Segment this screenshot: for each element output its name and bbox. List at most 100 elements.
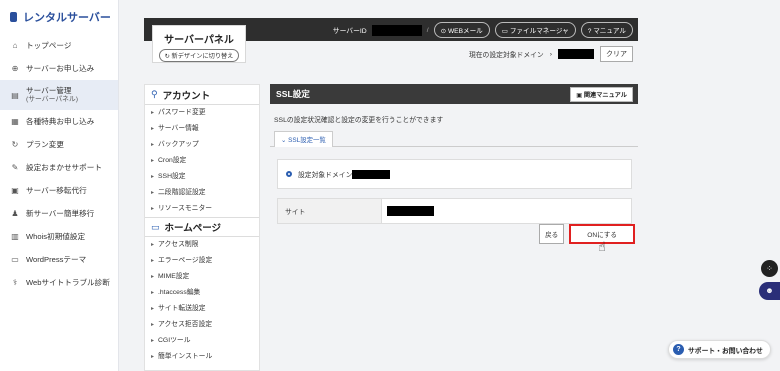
nav-item-10[interactable]: ⚕ Webサイトトラブル診断 (0, 271, 118, 294)
manual-link-button[interactable]: ? マニュアル (580, 22, 633, 38)
nav-item-0[interactable]: ⌂ トップページ (0, 34, 118, 57)
webmail-label: WEBメール (447, 28, 483, 35)
account-section-title: アカウント (162, 90, 211, 102)
nav-item-9[interactable]: ▭ WordPressテーマ (0, 248, 118, 271)
grid-widget-button[interactable]: ⁘ (761, 260, 778, 277)
account-menu-item-label: リソースモニター (158, 205, 213, 212)
site-label: サイト (278, 199, 382, 223)
transfer-icon: ▣ (11, 186, 19, 195)
homepage-section-header: ▭ ホームページ (145, 217, 259, 237)
account-menu-item[interactable]: ▸ 二段階認証設定 (145, 185, 259, 201)
divider: / (426, 26, 429, 34)
homepage-menu-item[interactable]: ▸ アクセス制限 (145, 237, 259, 253)
brand-logo[interactable]: レンタルサーバー (0, 0, 118, 34)
nav-item-5[interactable]: ✎ 設定おまかせサポート (0, 156, 118, 179)
chevron-right-icon: ▸ (151, 110, 155, 116)
user-move-icon: ♟ (11, 209, 19, 218)
user-icon: ⚲ (151, 89, 158, 99)
homepage-menu-item-label: アクセス拒否設定 (158, 321, 213, 328)
gift-icon: ▦ (11, 117, 19, 126)
site-value-redacted (387, 206, 434, 216)
chevron-right-icon: ▸ (151, 322, 155, 328)
account-menu-item[interactable]: ▸ パスワード変更 (145, 105, 259, 121)
nav-item-7[interactable]: ♟ 新サーバー簡単移行 (0, 202, 118, 225)
nav-item-2[interactable]: ▤ サーバー管理 (サーバーパネル) (0, 80, 118, 110)
homepage-menu-item-label: エラーページ設定 (158, 257, 213, 264)
wrench-icon: ✎ (11, 163, 19, 172)
current-domain-label: 現在の設定対象ドメイン (468, 52, 544, 59)
clear-button[interactable]: クリア (600, 46, 633, 62)
current-domain-bar: 現在の設定対象ドメイン › クリア (469, 46, 633, 62)
window-icon: ▭ (11, 255, 19, 264)
homepage-menu-item-label: CGIツール (158, 337, 191, 344)
nav-item-label: サーバーお申し込み (26, 63, 95, 73)
nav-item-3[interactable]: ▦ 各種特典お申し込み (0, 110, 118, 133)
related-manual-button[interactable]: ▣ 関連マニュアル (570, 86, 633, 102)
current-domain-value-redacted (558, 49, 594, 59)
account-menu-item[interactable]: ▸ リソースモニター (145, 201, 259, 217)
chevron-right-icon: ▸ (151, 338, 155, 344)
back-button[interactable]: 戻る (539, 224, 565, 244)
switch-design-button[interactable]: ↻ 新デザインに切り替え (158, 49, 240, 62)
homepage-menu-item[interactable]: ▸ エラーページ設定 (145, 253, 259, 269)
webmail-button[interactable]: ⊙ WEBメール (433, 22, 490, 38)
homepage-menu-item[interactable]: ▸ MIME設定 (145, 269, 259, 285)
tab-ssl-list[interactable]: ⌄ SSL設定一覧 (274, 131, 333, 147)
question-icon: ? (673, 344, 684, 355)
nav-item-6[interactable]: ▣ サーバー移転代行 (0, 179, 118, 202)
brand-name: レンタルサーバー (23, 12, 111, 24)
nav-item-8[interactable]: ▥ Whois初期値設定 (0, 225, 118, 248)
server-icon: ▤ (11, 90, 19, 100)
account-section-header: ⚲ アカウント (145, 85, 259, 105)
panel-header: サーバーID / ⊙ WEBメール ▭ ファイルマネージャ ? マニュアル サー… (144, 18, 638, 66)
account-menu-item[interactable]: ▸ SSH設定 (145, 169, 259, 185)
nav-item-label: サーバー移転代行 (26, 185, 87, 195)
account-menu-item[interactable]: ▸ バックアップ (145, 137, 259, 153)
server-id-value-redacted (371, 24, 422, 36)
nav-item-text: トップページ (26, 41, 71, 50)
account-menu-item-label: パスワード変更 (158, 109, 206, 116)
nav-item-label: WordPressテーマ (26, 254, 87, 264)
panel-topbar-actions: サーバーID / ⊙ WEBメール ▭ ファイルマネージャ ? マニュアル (333, 22, 633, 38)
nav-item-text: プラン変更 (26, 140, 64, 149)
target-domain-box: 設定対象ドメイン (277, 159, 632, 189)
account-menu-item[interactable]: ▸ Cron設定 (145, 153, 259, 169)
nav-item-text: サーバー移転代行 (26, 186, 87, 195)
chevron-right-icon: ▸ (151, 290, 155, 296)
chevron-right-icon: ▸ (151, 306, 155, 312)
window-icon: ▭ (151, 221, 160, 232)
account-menu-item-label: バックアップ (158, 141, 199, 148)
support-label: サポート・お問い合わせ (688, 347, 763, 355)
homepage-menu-item-label: アクセス制限 (158, 241, 199, 248)
homepage-menu-item[interactable]: ▸ CGIツール (145, 333, 259, 349)
nav-item-label: トップページ (26, 40, 72, 50)
whois-icon: ▥ (11, 232, 19, 241)
chevron-right-icon: ▸ (151, 242, 155, 248)
account-menu-item[interactable]: ▸ サーバー情報 (145, 121, 259, 137)
homepage-menu-item[interactable]: ▸ .htaccess編集 (145, 285, 259, 301)
page-description: SSLの設定状況確認と設定の変更を行うことができます (274, 117, 444, 124)
nav-item-label: 新サーバー簡単移行 (26, 208, 95, 218)
account-menu-item-label: Cron設定 (158, 157, 187, 164)
site-value (382, 199, 631, 223)
nav-item-1[interactable]: ⊕ サーバーお申し込み (0, 57, 118, 80)
chatbot-widget-button[interactable]: ☻ (759, 282, 780, 300)
nav-item-label: サーバー管理 (26, 86, 72, 96)
homepage-menu-item[interactable]: ▸ アクセス拒否設定 (145, 317, 259, 333)
homepage-menu-item-label: MIME設定 (158, 273, 190, 280)
main-content: SSL設定 ▣ 関連マニュアル SSLの設定状況確認と設定の変更を行うことができ… (270, 84, 638, 244)
support-button[interactable]: ? サポート・お問い合わせ (668, 340, 771, 359)
homepage-menu-item[interactable]: ▸ 簡単インストール (145, 349, 259, 365)
home-icon: ⌂ (12, 41, 18, 50)
nav-item-text: 設定おまかせサポート (26, 163, 102, 172)
nav-item-text: サーバー管理 (サーバーパネル) (26, 86, 78, 104)
account-menu-item-label: サーバー情報 (158, 125, 199, 132)
chevron-right-icon: ▸ (151, 174, 155, 180)
global-sidebar: レンタルサーバー ⌂ トップページ ⊕ サーバーお申し込み ▤ サーバー管理 (サーバーパネ… (0, 0, 119, 371)
nav-item-4[interactable]: ↻ プラン変更 (0, 133, 118, 156)
hand-cursor-icon: ☝ (598, 239, 606, 254)
homepage-menu-item[interactable]: ▸ サイト転送設定 (145, 301, 259, 317)
chevron-right-icon: ▸ (151, 206, 155, 212)
file-manager-button[interactable]: ▭ ファイルマネージャ (494, 22, 576, 38)
chevron-right-icon: ▸ (151, 274, 155, 280)
